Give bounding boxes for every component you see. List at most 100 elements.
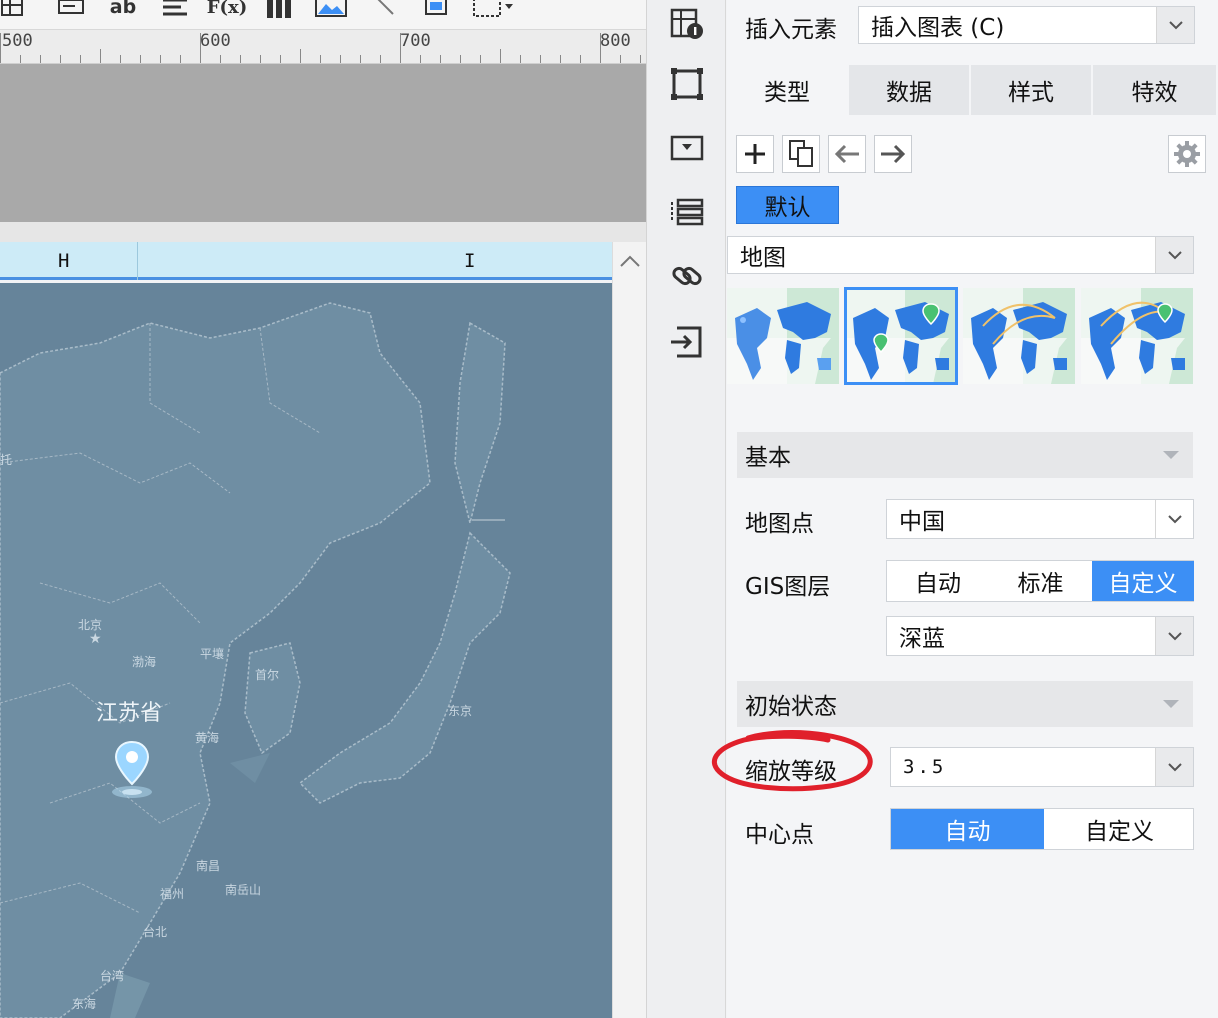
world-map-icon bbox=[963, 288, 1075, 384]
slash-tool-icon[interactable] bbox=[372, 0, 398, 20]
move-left-button[interactable] bbox=[828, 135, 866, 173]
province-label: 江苏省 bbox=[96, 701, 163, 726]
ruler-mark: 700 bbox=[400, 31, 431, 51]
chart-type-select[interactable]: 地图 bbox=[727, 236, 1194, 274]
map-thumbnail-area[interactable] bbox=[727, 288, 839, 384]
ruler-tick bbox=[560, 55, 561, 63]
export-icon[interactable] bbox=[667, 322, 707, 362]
default-series-tag[interactable]: 默认 bbox=[736, 186, 839, 224]
world-map-icon bbox=[727, 288, 839, 384]
ruler-tick bbox=[60, 55, 61, 63]
tab-label: 特效 bbox=[1131, 80, 1178, 106]
chevron-down-icon[interactable] bbox=[1155, 617, 1193, 655]
gis-layer-segmented[interactable]: 自动 标准 自定义 bbox=[886, 560, 1194, 602]
dropdown-widget-icon[interactable] bbox=[667, 128, 707, 168]
map-thumbnail-point[interactable] bbox=[844, 287, 958, 385]
insert-element-label: 插入元素 bbox=[745, 17, 837, 43]
column-header-h[interactable]: H bbox=[58, 250, 69, 272]
layers-icon[interactable] bbox=[667, 192, 707, 232]
tab-effects[interactable]: 特效 bbox=[1093, 65, 1218, 115]
align-left-icon[interactable] bbox=[160, 0, 190, 20]
gis-option-custom[interactable]: 自定义 bbox=[1092, 561, 1194, 601]
tab-label: 样式 bbox=[1008, 80, 1054, 106]
map-thumbnail-flow-point[interactable] bbox=[1081, 288, 1193, 384]
map-place-label: 东京 bbox=[448, 704, 473, 718]
column-divider[interactable] bbox=[137, 242, 138, 280]
ruler-tick bbox=[340, 55, 341, 63]
ruler-tick bbox=[280, 55, 281, 63]
column-header-i[interactable]: I bbox=[464, 250, 475, 272]
collapse-arrow-icon[interactable] bbox=[1163, 451, 1179, 459]
segment-label: 自定义 bbox=[1085, 819, 1154, 845]
basic-section-header[interactable]: 基本 bbox=[737, 432, 1193, 478]
ruler-tick bbox=[640, 55, 641, 63]
chevron-down-icon[interactable] bbox=[1155, 237, 1193, 273]
ruler-tick bbox=[400, 33, 401, 63]
ruler-mark: 500 bbox=[2, 31, 33, 51]
section-title: 初始状态 bbox=[745, 694, 837, 720]
chevron-down-icon[interactable] bbox=[1155, 500, 1193, 538]
map-point-value: 中国 bbox=[899, 509, 945, 535]
add-icon bbox=[745, 144, 765, 164]
image-icon[interactable] bbox=[314, 0, 348, 20]
tab-style[interactable]: 样式 bbox=[971, 65, 1093, 115]
center-option-auto[interactable]: 自动 bbox=[891, 809, 1044, 849]
ruler-tick bbox=[100, 49, 101, 63]
center-point-label: 中心点 bbox=[745, 822, 814, 848]
table-icon[interactable] bbox=[0, 0, 24, 20]
tab-data[interactable]: 数据 bbox=[849, 65, 971, 115]
tab-type[interactable]: 类型 bbox=[727, 65, 849, 115]
map-geography bbox=[0, 302, 511, 1018]
link-icon[interactable] bbox=[667, 256, 707, 296]
center-option-custom[interactable]: 自定义 bbox=[1044, 809, 1195, 849]
ruler-tick bbox=[200, 33, 201, 63]
map-thumbnail-flow[interactable] bbox=[963, 288, 1075, 384]
insert-element-select[interactable]: 插入图表 (C) bbox=[858, 6, 1195, 44]
sheet-top-strip bbox=[0, 222, 646, 242]
insert-element-value: 插入图表 (C) bbox=[871, 15, 1005, 41]
ruler-tick bbox=[300, 49, 301, 63]
text-field-icon[interactable] bbox=[56, 0, 86, 20]
bar-chart-icon[interactable] bbox=[264, 0, 294, 20]
ruler-tick bbox=[420, 55, 421, 63]
scroll-up-button[interactable] bbox=[613, 242, 646, 280]
gear-icon bbox=[1174, 141, 1200, 167]
chevron-down-icon[interactable] bbox=[1155, 748, 1193, 786]
zoom-level-value: 3.5 bbox=[903, 756, 947, 778]
settings-button[interactable] bbox=[1168, 135, 1206, 173]
collapse-arrow-icon[interactable] bbox=[1163, 700, 1179, 708]
initial-state-section-header[interactable]: 初始状态 bbox=[737, 681, 1193, 727]
text-ab-icon[interactable]: ab bbox=[108, 0, 138, 20]
gis-option-standard[interactable]: 标准 bbox=[989, 561, 1092, 601]
cell-attributes-icon[interactable] bbox=[667, 4, 707, 44]
segment-label: 自定义 bbox=[1108, 571, 1178, 597]
ruler-tick bbox=[0, 33, 1, 63]
segment-label: 标准 bbox=[1017, 571, 1064, 597]
capital-star-icon: ★ bbox=[89, 631, 102, 647]
move-right-button[interactable] bbox=[874, 135, 912, 173]
chevron-down-icon[interactable] bbox=[1156, 7, 1194, 43]
map-place-label: 台湾 bbox=[100, 969, 125, 983]
top-toolbar: ab F(x) bbox=[0, 0, 646, 30]
gis-option-auto[interactable]: 自动 bbox=[887, 561, 989, 601]
gis-layer-label: GIS图层 bbox=[745, 574, 831, 600]
ruler-tick bbox=[40, 55, 41, 63]
widget-frame-icon[interactable] bbox=[667, 64, 707, 104]
ruler-tick bbox=[240, 55, 241, 63]
map-point-select[interactable]: 中国 bbox=[886, 499, 1194, 539]
frame-icon[interactable] bbox=[422, 0, 450, 20]
vertical-scrollbar[interactable] bbox=[612, 242, 646, 1018]
gis-style-select[interactable]: 深蓝 bbox=[886, 616, 1194, 656]
world-map-icon bbox=[1081, 288, 1193, 384]
map-chart[interactable]: 托 北京 ★ 渤海 平壤 首尔 黄海 东京 南昌 福州 台北 台湾 东海 南岳山… bbox=[0, 283, 612, 1018]
zoom-level-select[interactable]: 3.5 bbox=[890, 747, 1194, 787]
map-pin-icon[interactable] bbox=[108, 738, 156, 804]
formula-icon[interactable]: F(x) bbox=[207, 0, 248, 20]
copy-series-button[interactable] bbox=[782, 135, 820, 173]
border-dropdown-icon[interactable] bbox=[470, 0, 516, 20]
ruler-tick bbox=[460, 55, 461, 63]
map-place-label: 渤海 bbox=[132, 655, 157, 669]
add-series-button[interactable] bbox=[736, 135, 774, 173]
center-point-segmented[interactable]: 自动 自定义 bbox=[890, 808, 1194, 850]
default-tag-label: 默认 bbox=[764, 195, 811, 221]
